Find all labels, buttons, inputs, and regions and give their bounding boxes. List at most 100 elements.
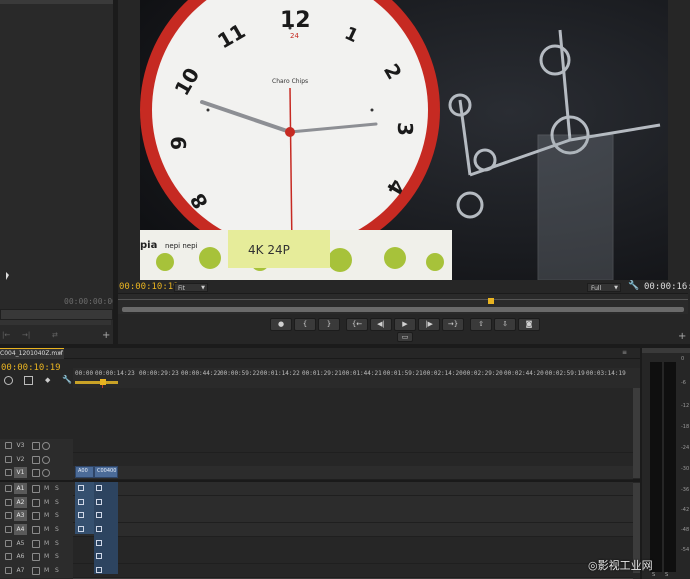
- sync-lock-icon[interactable]: [32, 499, 40, 507]
- track-lane[interactable]: [73, 564, 633, 578]
- solo-toggle[interactable]: S: [55, 538, 59, 549]
- quality-dropdown[interactable]: Full ▼: [587, 283, 621, 292]
- step-back-button[interactable]: ◀|: [370, 318, 392, 331]
- track-lane[interactable]: [73, 496, 633, 510]
- track-lane[interactable]: [73, 482, 633, 496]
- snap-icon[interactable]: [4, 376, 13, 385]
- track-lane[interactable]: [73, 439, 633, 453]
- track-name[interactable]: A7: [14, 565, 27, 576]
- mark-in-button[interactable]: {: [294, 318, 316, 331]
- timeline-vertical-scrollbar[interactable]: [633, 388, 640, 478]
- lift-button[interactable]: ⇧: [470, 318, 492, 331]
- button-editor-button[interactable]: ▭: [397, 332, 413, 342]
- track-name[interactable]: A3: [14, 510, 27, 521]
- add-marker-icon[interactable]: ◆: [45, 376, 50, 384]
- program-current-timecode[interactable]: 00:00:10:19: [119, 282, 179, 292]
- sync-lock-icon[interactable]: [32, 512, 40, 520]
- wrench-icon[interactable]: 🔧: [628, 281, 639, 291]
- lock-icon[interactable]: [5, 512, 12, 519]
- sync-lock-icon[interactable]: [32, 469, 40, 477]
- track-name[interactable]: V3: [14, 440, 27, 451]
- ruler-work-area[interactable]: [75, 381, 118, 384]
- track-lane[interactable]: [73, 466, 633, 480]
- source-scrollbar[interactable]: [0, 309, 113, 320]
- lock-icon[interactable]: [5, 553, 12, 560]
- mute-toggle[interactable]: M: [44, 551, 49, 562]
- track-lane[interactable]: [73, 537, 633, 551]
- mute-toggle[interactable]: M: [44, 524, 49, 535]
- lock-icon[interactable]: [5, 567, 12, 574]
- insert-icon[interactable]: ⇄: [52, 331, 58, 339]
- video-clip[interactable]: A00: [75, 466, 94, 478]
- lock-icon[interactable]: [5, 526, 12, 533]
- add-button-icon[interactable]: +: [678, 331, 686, 342]
- extract-button[interactable]: ⇩: [494, 318, 516, 331]
- track-name[interactable]: A6: [14, 551, 27, 562]
- track-header-a7[interactable]: A7 M S: [0, 564, 73, 578]
- solo-toggle[interactable]: S: [55, 565, 59, 576]
- source-scrollbar-2[interactable]: [0, 320, 111, 325]
- go-to-out-button[interactable]: →}: [442, 318, 464, 331]
- mark-out-button[interactable]: }: [318, 318, 340, 331]
- solo-toggle[interactable]: S: [55, 510, 59, 521]
- eye-icon[interactable]: [42, 469, 50, 477]
- track-header-a1[interactable]: A1 M S: [0, 482, 73, 496]
- fit-dropdown[interactable]: Fit ▼: [174, 283, 208, 292]
- track-name[interactable]: V2: [14, 454, 27, 465]
- video-clip[interactable]: C00400: [94, 466, 118, 478]
- mute-toggle[interactable]: M: [44, 510, 49, 521]
- go-to-in-button[interactable]: {←: [346, 318, 368, 331]
- track-header-v1[interactable]: V1: [0, 466, 73, 480]
- track-name[interactable]: A5: [14, 538, 27, 549]
- sync-lock-icon[interactable]: [32, 456, 40, 464]
- track-name[interactable]: A2: [14, 497, 27, 508]
- mute-toggle[interactable]: M: [44, 565, 49, 576]
- add-icon[interactable]: +: [102, 330, 110, 341]
- solo-toggle[interactable]: S: [55, 551, 59, 562]
- program-mini-timeline[interactable]: [118, 293, 688, 314]
- sync-lock-icon[interactable]: [32, 526, 40, 534]
- eye-icon[interactable]: [42, 442, 50, 450]
- lock-icon[interactable]: [5, 456, 12, 463]
- timeline-tab[interactable]: C004_1201040Z.mxf ×: [0, 348, 64, 359]
- track-header-v2[interactable]: V2: [0, 453, 73, 467]
- sync-lock-icon[interactable]: [32, 485, 40, 493]
- track-name[interactable]: A1: [14, 483, 27, 494]
- step-forward-button[interactable]: |▶: [418, 318, 440, 331]
- mute-toggle[interactable]: M: [44, 497, 49, 508]
- sync-lock-icon[interactable]: [32, 442, 40, 450]
- solo-toggle[interactable]: S: [55, 497, 59, 508]
- wrench-icon[interactable]: 🔧: [62, 375, 72, 384]
- add-marker-button[interactable]: ●: [270, 318, 292, 331]
- solo-toggle[interactable]: S: [55, 483, 59, 494]
- mark-out-icon[interactable]: →|: [22, 331, 30, 339]
- track-lane[interactable]: [73, 550, 633, 564]
- lock-icon[interactable]: [5, 485, 12, 492]
- sync-lock-icon[interactable]: [32, 567, 40, 575]
- lock-icon[interactable]: [5, 540, 12, 547]
- track-name[interactable]: V1: [14, 467, 27, 478]
- close-icon[interactable]: ×: [58, 349, 63, 359]
- track-name[interactable]: A4: [14, 524, 27, 535]
- track-header-a2[interactable]: A2 M S: [0, 496, 73, 510]
- play-button[interactable]: ▶: [394, 318, 416, 331]
- track-lane[interactable]: [73, 523, 633, 537]
- track-lane[interactable]: [73, 509, 633, 523]
- sync-lock-icon[interactable]: [32, 553, 40, 561]
- linked-selection-icon[interactable]: [24, 376, 33, 385]
- track-header-a3[interactable]: A3 M S: [0, 509, 73, 523]
- lock-icon[interactable]: [5, 499, 12, 506]
- mute-toggle[interactable]: M: [44, 538, 49, 549]
- lock-icon[interactable]: [5, 442, 12, 449]
- export-frame-button[interactable]: ◙: [518, 318, 540, 331]
- sync-lock-icon[interactable]: [32, 540, 40, 548]
- track-header-a6[interactable]: A6 M S: [0, 550, 73, 564]
- track-lane[interactable]: [73, 453, 633, 467]
- lock-icon[interactable]: [5, 469, 12, 476]
- solo-toggle[interactable]: S: [55, 524, 59, 535]
- mini-playhead-icon[interactable]: [488, 298, 494, 304]
- track-header-a4[interactable]: A4 M S: [0, 523, 73, 537]
- mini-zoom-bar[interactable]: [122, 307, 684, 312]
- track-header-v3[interactable]: V3: [0, 439, 73, 453]
- track-header-a5[interactable]: A5 M S: [0, 537, 73, 551]
